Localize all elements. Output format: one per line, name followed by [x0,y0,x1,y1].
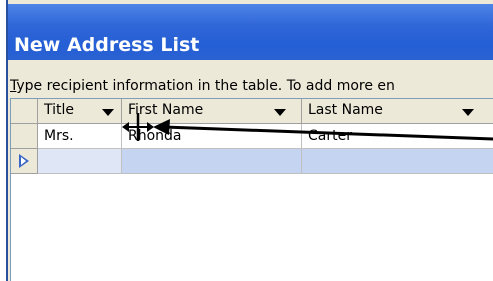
new-row-cell-last-name[interactable] [302,149,493,174]
cell-title[interactable]: Mrs. [38,124,122,149]
window-title: New Address List [14,34,200,56]
new-row-header[interactable] [11,149,38,174]
column-header-last-name[interactable]: Last Name [302,99,493,124]
dropdown-arrow-icon[interactable] [274,109,286,116]
dropdown-arrow-icon[interactable] [102,109,114,116]
corner-header [11,99,38,124]
dropdown-arrow-icon[interactable] [462,109,474,116]
new-row-cell-title[interactable] [38,149,122,174]
cell-first-name[interactable]: Rhonda [122,124,302,149]
address-list-table[interactable]: Title First Name Last Name Mrs. Rhonda C… [10,98,493,281]
new-row-cell-first-name[interactable] [122,149,302,174]
cell-text: Mrs. [44,128,74,144]
column-header-first-name[interactable]: First Name [122,99,302,124]
row-header[interactable] [11,124,38,149]
instruction-text: Type recipient information in the table.… [10,78,395,94]
new-address-list-window: New Address List Type recipient informat… [6,0,493,281]
cell-text: Carter [308,128,352,144]
new-record-pointer-icon [19,154,29,168]
column-header-label: Last Name [308,102,383,118]
title-bar[interactable]: New Address List [8,4,493,60]
cell-last-name[interactable]: Carter [302,124,493,149]
instruction-body: ype recipient information in the table. … [16,78,395,94]
column-header-label: First Name [128,102,204,118]
cell-text: Rhonda [128,128,182,144]
column-header-title[interactable]: Title [38,99,122,124]
column-header-label: Title [44,102,75,118]
